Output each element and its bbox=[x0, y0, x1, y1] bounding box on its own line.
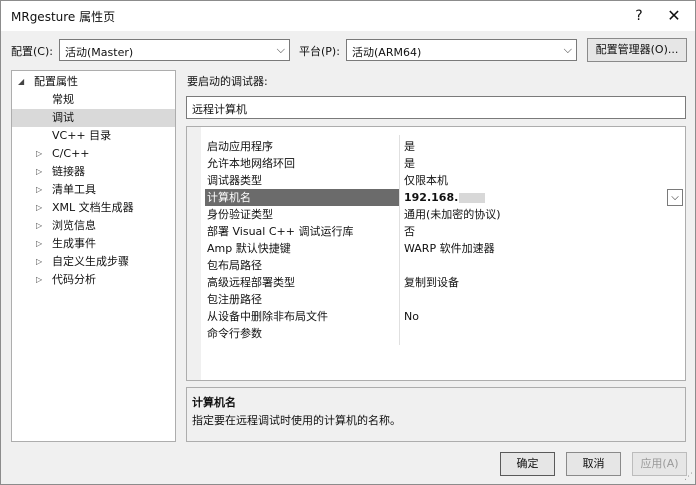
collapsed-arrow-icon: ▷ bbox=[36, 257, 43, 266]
property-value-machine-name[interactable]: 192.168. bbox=[404, 189, 486, 206]
property-key: 高级远程部署类型 bbox=[207, 276, 295, 289]
property-key: 计算机名 bbox=[205, 189, 399, 206]
help-button[interactable]: ? bbox=[626, 5, 652, 27]
property-row[interactable]: 部署 Visual C++ 调试运行库 否 bbox=[187, 223, 685, 240]
configuration-select[interactable]: 活动(Master) ⌵ bbox=[59, 39, 290, 61]
tree-item-label: 常规 bbox=[52, 93, 74, 106]
chevron-down-icon[interactable]: ⌵ bbox=[667, 189, 683, 206]
apply-button[interactable]: 应用(A) bbox=[632, 452, 687, 476]
tree-item-manifest-tool[interactable]: ▷ 清单工具 bbox=[12, 181, 175, 199]
property-value: 仅限本机 bbox=[404, 174, 448, 187]
configuration-value: 活动(Master) bbox=[65, 46, 134, 59]
tree-item-label: XML 文档生成器 bbox=[52, 201, 134, 214]
ok-button[interactable]: 确定 bbox=[500, 452, 555, 476]
tree-item-linker[interactable]: ▷ 链接器 bbox=[12, 163, 175, 181]
tree-item-general[interactable]: 常规 bbox=[12, 91, 175, 109]
description-text: 指定要在远程调试时使用的计算机的名称。 bbox=[192, 414, 401, 427]
expanded-arrow-icon: ◢ bbox=[18, 77, 25, 86]
configuration-row: 配置(C): 活动(Master) ⌵ 平台(P): 活动(ARM64) ⌵ 配… bbox=[1, 38, 695, 62]
window-title: MRgesture 属性页 bbox=[11, 10, 116, 24]
property-value: 通用(未加密的协议) bbox=[404, 208, 501, 221]
debugger-select[interactable]: 远程计算机 bbox=[186, 96, 686, 119]
tree-item-label: C/C++ bbox=[52, 147, 90, 160]
configuration-label: 配置(C): bbox=[11, 45, 53, 58]
tree-item-custom-build-step[interactable]: ▷ 自定义生成步骤 bbox=[12, 253, 175, 271]
property-row[interactable]: 调试器类型 仅限本机 bbox=[187, 172, 685, 189]
ip-prefix: 192.168. bbox=[404, 191, 459, 204]
configuration-manager-button[interactable]: 配置管理器(O)... bbox=[587, 38, 687, 62]
redacted-mask bbox=[459, 193, 486, 203]
property-grid: 启动应用程序 是 允许本地网络环回 是 调试器类型 仅限本机 计算机名 192.… bbox=[186, 126, 686, 381]
tree-item-vc-directories[interactable]: VC++ 目录 bbox=[12, 127, 175, 145]
platform-label: 平台(P): bbox=[299, 45, 340, 58]
debugger-label: 要启动的调试器: bbox=[187, 75, 268, 88]
property-tree: ◢ 配置属性 常规 调试 VC++ 目录 ▷ C/C++ ▷ 链接器 ▷ 清单工… bbox=[11, 70, 176, 442]
tree-item-debugging[interactable]: 调试 bbox=[12, 109, 175, 127]
property-key: 允许本地网络环回 bbox=[207, 157, 295, 170]
tree-root-label: 配置属性 bbox=[34, 75, 78, 88]
tree-item-build-events[interactable]: ▷ 生成事件 bbox=[12, 235, 175, 253]
tree-item-code-analysis[interactable]: ▷ 代码分析 bbox=[12, 271, 175, 289]
property-key: Amp 默认快捷键 bbox=[207, 242, 291, 255]
tree-item-label: 自定义生成步骤 bbox=[52, 255, 129, 268]
property-row[interactable]: 身份验证类型 通用(未加密的协议) bbox=[187, 206, 685, 223]
property-row[interactable]: 包注册路径 bbox=[187, 291, 685, 308]
title-bar: MRgesture 属性页 ? ✕ bbox=[1, 1, 695, 31]
tree-item-c-cpp[interactable]: ▷ C/C++ bbox=[12, 145, 175, 163]
collapsed-arrow-icon: ▷ bbox=[36, 167, 43, 176]
property-value: No bbox=[404, 310, 419, 323]
collapsed-arrow-icon: ▷ bbox=[36, 149, 43, 158]
collapsed-arrow-icon: ▷ bbox=[36, 185, 43, 194]
cancel-button[interactable]: 取消 bbox=[566, 452, 621, 476]
collapsed-arrow-icon: ▷ bbox=[36, 221, 43, 230]
tree-item-label: 调试 bbox=[52, 111, 74, 124]
tree-item-label: 清单工具 bbox=[52, 183, 96, 196]
tree-item-label: 浏览信息 bbox=[52, 219, 96, 232]
tree-item-label: VC++ 目录 bbox=[52, 129, 112, 142]
property-row[interactable]: 包布局路径 bbox=[187, 257, 685, 274]
close-button[interactable]: ✕ bbox=[661, 5, 687, 27]
chevron-down-icon: ⌵ bbox=[276, 43, 285, 56]
property-value: 是 bbox=[404, 157, 415, 170]
collapsed-arrow-icon: ▷ bbox=[36, 239, 43, 248]
description-panel: 计算机名 指定要在远程调试时使用的计算机的名称。 bbox=[186, 387, 686, 442]
resize-grip-icon[interactable]: ⋰ bbox=[684, 472, 693, 482]
tree-item-browse-info[interactable]: ▷ 浏览信息 bbox=[12, 217, 175, 235]
property-row[interactable]: 命令行参数 bbox=[187, 325, 685, 342]
collapsed-arrow-icon: ▷ bbox=[36, 275, 43, 284]
tree-item-label: 链接器 bbox=[52, 165, 85, 178]
property-row[interactable]: Amp 默认快捷键 WARP 软件加速器 bbox=[187, 240, 685, 257]
property-row[interactable]: 高级远程部署类型 复制到设备 bbox=[187, 274, 685, 291]
property-value: WARP 软件加速器 bbox=[404, 242, 495, 255]
property-key: 启动应用程序 bbox=[207, 140, 273, 153]
debugger-value: 远程计算机 bbox=[192, 103, 247, 116]
property-value: 是 bbox=[404, 140, 415, 153]
property-key: 调试器类型 bbox=[207, 174, 262, 187]
property-key: 身份验证类型 bbox=[207, 208, 273, 221]
property-key: 命令行参数 bbox=[207, 327, 262, 340]
property-key: 包布局路径 bbox=[207, 259, 262, 272]
property-row[interactable]: 从设备中删除非布局文件 No bbox=[187, 308, 685, 325]
chevron-down-icon: ⌵ bbox=[563, 43, 572, 56]
property-row[interactable]: 启动应用程序 是 bbox=[187, 138, 685, 155]
property-key: 包注册路径 bbox=[207, 293, 262, 306]
description-title: 计算机名 bbox=[192, 396, 236, 409]
property-row-selected[interactable]: 计算机名 192.168. ⌵ bbox=[187, 189, 685, 206]
tree-item-label: 生成事件 bbox=[52, 237, 96, 250]
property-key: 从设备中删除非布局文件 bbox=[207, 310, 328, 323]
platform-select[interactable]: 活动(ARM64) ⌵ bbox=[346, 39, 577, 61]
platform-value: 活动(ARM64) bbox=[352, 46, 422, 59]
tree-item-label: 代码分析 bbox=[52, 273, 96, 286]
collapsed-arrow-icon: ▷ bbox=[36, 203, 43, 212]
property-value: 否 bbox=[404, 225, 415, 238]
property-pages-window: MRgesture 属性页 ? ✕ 配置(C): 活动(Master) ⌵ 平台… bbox=[0, 0, 696, 485]
property-row[interactable]: 允许本地网络环回 是 bbox=[187, 155, 685, 172]
tree-item-xml-doc-generator[interactable]: ▷ XML 文档生成器 bbox=[12, 199, 175, 217]
tree-item-root[interactable]: ◢ 配置属性 bbox=[12, 73, 175, 91]
property-key: 部署 Visual C++ 调试运行库 bbox=[207, 225, 354, 238]
property-value: 复制到设备 bbox=[404, 276, 459, 289]
